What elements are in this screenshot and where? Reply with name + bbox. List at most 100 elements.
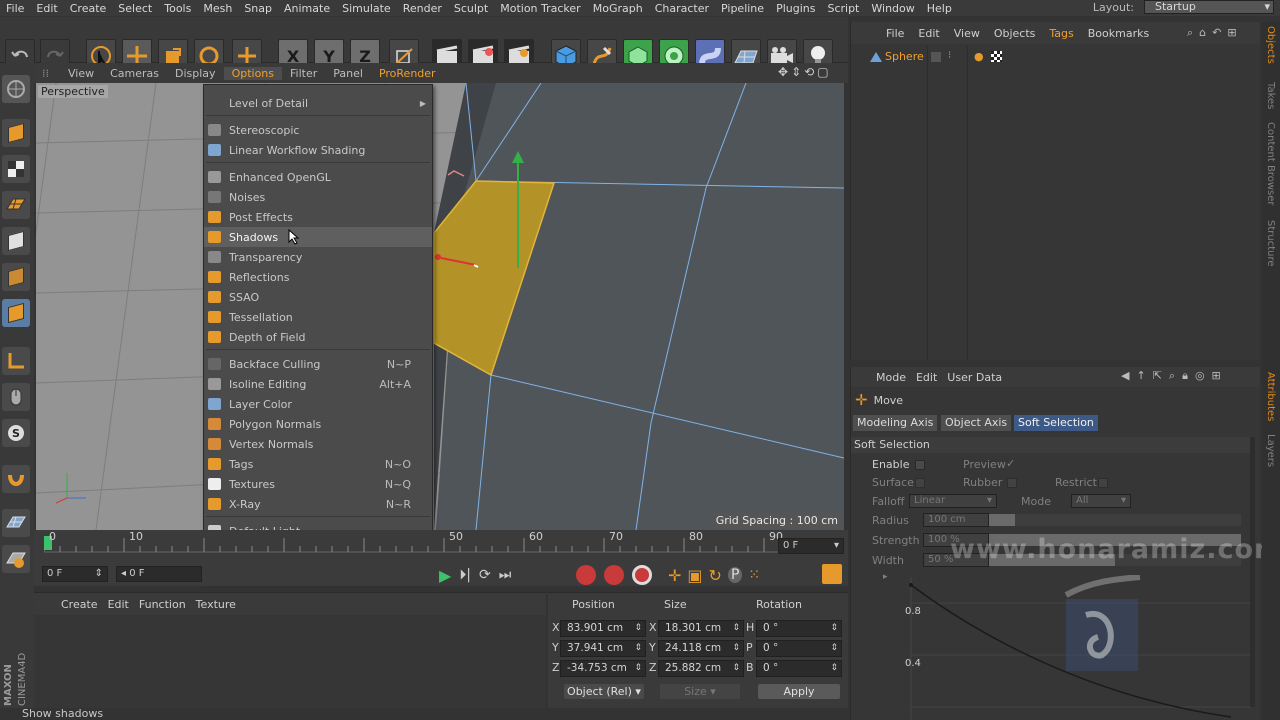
texture-tag-icon[interactable]	[991, 51, 1002, 62]
menu-item-reflections[interactable]: Reflections	[204, 267, 432, 287]
menu-item-shadows[interactable]: Shadows	[204, 227, 432, 247]
menu-edit[interactable]: Edit	[30, 2, 63, 15]
size-x-field[interactable]: 18.301 cm ⇕	[658, 620, 744, 637]
record-active-objects-icon[interactable]	[576, 565, 596, 585]
layout-dropdown[interactable]: Startup ▾	[1144, 0, 1274, 14]
attribute-scrollbar[interactable]	[1250, 437, 1255, 707]
object-menu-tags[interactable]: Tags	[1042, 27, 1080, 40]
model-mode-icon[interactable]	[2, 119, 30, 147]
menu-item-post-effects[interactable]: Post Effects	[204, 207, 432, 227]
menu-script[interactable]: Script	[821, 2, 865, 15]
side-tab-structure[interactable]: Structure	[1265, 220, 1276, 267]
radius-slider-track[interactable]	[1015, 514, 1241, 526]
viewport-menu-prorender[interactable]: ProRender	[371, 67, 444, 80]
radius-slider-thumb[interactable]	[989, 514, 1015, 526]
menu-help[interactable]: Help	[921, 2, 958, 15]
rotation-h-field[interactable]: 0 ° ⇕	[756, 620, 842, 637]
menu-snap[interactable]: Snap	[238, 2, 278, 15]
play-forward-icon[interactable]: ▶	[439, 566, 451, 585]
layer-icon[interactable]	[931, 52, 941, 62]
menu-item-tessellation[interactable]: Tessellation	[204, 307, 432, 327]
workplane-mode-icon[interactable]	[2, 191, 30, 219]
position-z-field[interactable]: -34.753 cm ⇕	[560, 660, 646, 677]
sphere-object-name[interactable]: Sphere	[885, 50, 924, 63]
texture-mode-icon[interactable]	[2, 155, 30, 183]
apply-button[interactable]: Apply	[758, 684, 840, 699]
preview-checkmark-icon[interactable]: ✓	[1006, 457, 1015, 470]
pan-view-icon[interactable]: ✥	[778, 65, 788, 79]
next-frame-icon[interactable]: ⏵|	[459, 567, 471, 583]
history-icon[interactable]: ⇱	[1153, 369, 1162, 383]
menu-tools[interactable]: Tools	[158, 2, 197, 15]
menu-animate[interactable]: Animate	[278, 2, 336, 15]
toggle-view-icon[interactable]: ▢	[817, 65, 828, 79]
restrict-checkbox[interactable]	[1098, 478, 1108, 488]
tweak-mode-icon[interactable]	[2, 383, 30, 411]
key-rotation-icon[interactable]: ↻	[709, 566, 722, 585]
position-x-field[interactable]: 83.901 cm ⇕	[560, 620, 646, 637]
menu-item-transparency[interactable]: Transparency	[204, 247, 432, 267]
menu-sculpt[interactable]: Sculpt	[448, 2, 494, 15]
tab-soft-selection[interactable]: Soft Selection	[1014, 415, 1098, 431]
menu-plugins[interactable]: Plugins	[770, 2, 821, 15]
menu-item-tags[interactable]: Tags N~O	[204, 454, 432, 474]
points-mode-icon[interactable]	[2, 227, 30, 255]
search-icon[interactable]: ⌕	[1169, 369, 1175, 383]
attribute-menu-user-data[interactable]: User Data	[942, 371, 1007, 384]
menu-item-level-of-detail[interactable]: Level of Detail ▶	[204, 93, 432, 113]
menu-item-depth-of-field[interactable]: Depth of Field	[204, 327, 432, 347]
size-y-field[interactable]: 24.118 cm ⇕	[658, 640, 744, 657]
edges-mode-icon[interactable]	[2, 263, 30, 291]
menu-mograph[interactable]: MoGraph	[587, 2, 649, 15]
menu-mesh[interactable]: Mesh	[197, 2, 238, 15]
material-menu-function[interactable]: Function	[134, 598, 191, 611]
locked-workplane-icon[interactable]	[2, 545, 30, 573]
radius-field[interactable]: 100 cm	[923, 513, 989, 527]
home-icon[interactable]: ⌂	[1199, 26, 1206, 40]
object-menu-bookmarks[interactable]: Bookmarks	[1081, 27, 1156, 40]
menu-window[interactable]: Window	[865, 2, 920, 15]
timeline-ruler[interactable]	[44, 532, 794, 562]
menu-item-layer-color[interactable]: Layer Color	[204, 394, 432, 414]
back-icon[interactable]: ↶	[1212, 26, 1221, 40]
search-icon[interactable]: ⌕	[1187, 26, 1193, 40]
key-scale-icon[interactable]: ▣	[687, 566, 702, 585]
rotate-view-icon[interactable]: ⟲	[804, 65, 814, 79]
size-mode-dropdown[interactable]: Size ▾	[660, 684, 740, 699]
mode-dropdown[interactable]: All ▾	[1071, 494, 1131, 508]
workplane-grid-icon[interactable]	[2, 509, 30, 537]
rotation-b-field[interactable]: 0 ° ⇕	[756, 660, 842, 677]
menu-select[interactable]: Select	[112, 2, 158, 15]
tab-object-axis[interactable]: Object Axis	[941, 415, 1012, 431]
menu-item-ssao[interactable]: SSAO	[204, 287, 432, 307]
loop-icon[interactable]: ⟳	[479, 567, 491, 583]
menu-item-x-ray[interactable]: X-Ray N~R	[204, 494, 432, 514]
3d-viewport[interactable]: Perspective Grid Spacing : 100 cm	[36, 83, 844, 530]
menu-character[interactable]: Character	[649, 2, 715, 15]
falloff-dropdown[interactable]: Linear ▾	[909, 494, 997, 508]
current-frame-field[interactable]: 0 F ⇕	[42, 566, 108, 582]
rotation-p-field[interactable]: 0 ° ⇕	[756, 640, 842, 657]
object-menu-edit[interactable]: Edit	[911, 27, 946, 40]
sphere-object-row[interactable]: Sphere ⁝ ●	[851, 48, 1261, 66]
viewport-menu-display[interactable]: Display	[167, 67, 224, 80]
menu-simulate[interactable]: Simulate	[336, 2, 397, 15]
object-menu-objects[interactable]: Objects	[987, 27, 1043, 40]
axis-mode-icon[interactable]	[2, 347, 30, 375]
timeline[interactable]: 0 10 50 60 70 80 90 0 F ▾	[34, 530, 848, 562]
object-menu-file[interactable]: File	[879, 27, 911, 40]
key-point-level-icon[interactable]: ⁙	[748, 567, 760, 583]
make-editable-icon[interactable]	[2, 75, 30, 103]
timeline-window-icon[interactable]	[822, 564, 842, 584]
menu-motion-tracker[interactable]: Motion Tracker	[494, 2, 586, 15]
side-tab-layers[interactable]: Layers	[1265, 434, 1276, 467]
side-tab-objects[interactable]: Objects	[1265, 26, 1276, 64]
menu-item-stereoscopic[interactable]: Stereoscopic	[204, 120, 432, 140]
tab-modeling-axis[interactable]: Modeling Axis	[853, 415, 938, 431]
menu-create[interactable]: Create	[64, 2, 113, 15]
menu-render[interactable]: Render	[397, 2, 448, 15]
autokey-icon[interactable]	[604, 565, 624, 585]
snapping-icon[interactable]: S	[2, 419, 30, 447]
side-tab-content-browser[interactable]: Content Browser	[1265, 122, 1276, 205]
menu-item-enhanced-opengl[interactable]: Enhanced OpenGL	[204, 167, 432, 187]
